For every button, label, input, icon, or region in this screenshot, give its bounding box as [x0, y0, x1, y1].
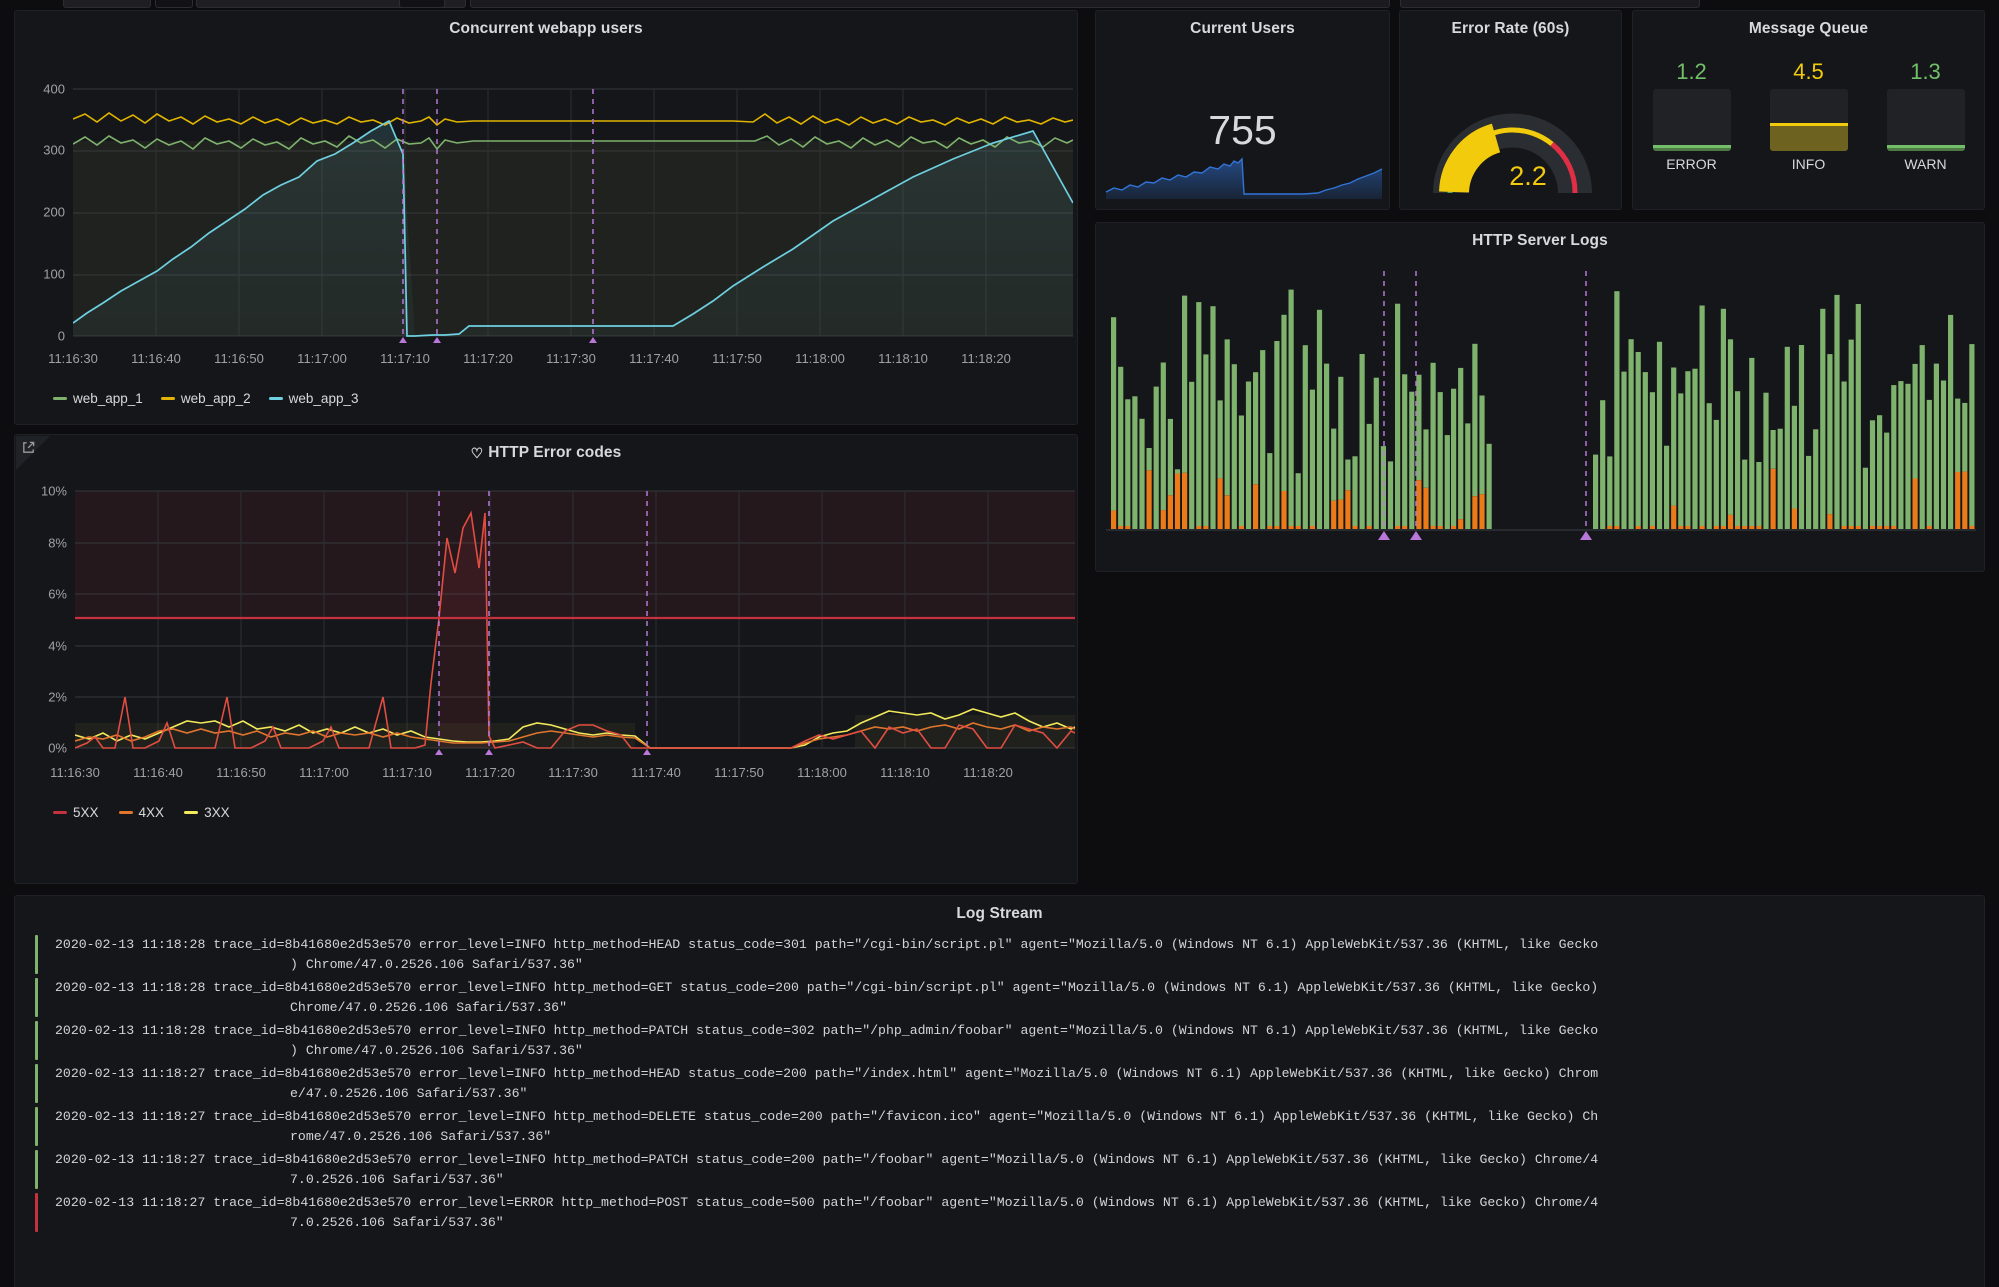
panel-title-error-rate: Error Rate (60s)	[1400, 11, 1621, 38]
mq-bar-error	[1653, 89, 1731, 151]
panel-http-server-logs: HTTP Server Logs	[1095, 222, 1985, 572]
legend-swatch-icon	[161, 397, 175, 400]
legend-item-web-app-2[interactable]: web_app_2	[161, 391, 251, 406]
log-level-indicator	[35, 1107, 38, 1146]
mq-bar-fill	[1770, 123, 1848, 151]
log-line-continuation: ) Chrome/47.0.2526.106 Safari/537.36"	[55, 955, 1970, 975]
log-line-continuation: ) Chrome/47.0.2526.106 Safari/537.36"	[55, 1041, 1970, 1061]
toolbar-fragment-a[interactable]	[63, 0, 151, 8]
legend-swatch-icon	[53, 811, 67, 814]
log-line-text: 2020-02-13 11:18:28 trace_id=8b41680e2d5…	[45, 978, 1970, 1017]
toolbar-fragment-e	[470, 0, 1390, 8]
heart-icon: ♡	[471, 445, 484, 462]
log-line-text: 2020-02-13 11:18:27 trace_id=8b41680e2d5…	[45, 1150, 1970, 1189]
legend-item-3xx[interactable]: 3XX	[184, 805, 230, 820]
panel-title-current-users: Current Users	[1096, 11, 1389, 38]
toolbar-fragment-d[interactable]	[399, 0, 445, 8]
log-level-indicator	[35, 1150, 38, 1189]
mq-label-error: ERROR	[1666, 156, 1717, 172]
chart-http-error-codes	[75, 483, 1075, 755]
log-stream-row[interactable]: 2020-02-13 11:18:27 trace_id=8b41680e2d5…	[29, 1105, 1970, 1148]
log-stream-row[interactable]: 2020-02-13 11:18:28 trace_id=8b41680e2d5…	[29, 933, 1970, 976]
log-line-continuation: 7.0.2526.106 Safari/537.36"	[55, 1170, 1970, 1190]
log-line-continuation: rome/47.0.2526.106 Safari/537.36"	[55, 1127, 1970, 1147]
panel-title-text: HTTP Error codes	[488, 444, 621, 461]
log-stream-rows[interactable]: 2020-02-13 11:18:28 trace_id=8b41680e2d5…	[29, 933, 1970, 1287]
log-level-indicator	[35, 978, 38, 1017]
panel-title-log-stream: Log Stream	[15, 896, 1984, 923]
log-line-continuation: 7.0.2526.106 Safari/537.36"	[55, 1213, 1970, 1233]
legend-swatch-icon	[184, 811, 198, 814]
mq-label-warn: WARN	[1904, 156, 1946, 172]
panel-title-concurrent-users: Concurrent webapp users	[15, 11, 1077, 38]
mq-value-error: 1.2	[1676, 59, 1707, 85]
panel-http-error-codes: ♡HTTP Error codes 10% 8% 6% 4% 2% 0%	[14, 434, 1078, 884]
legend-swatch-icon	[119, 811, 133, 814]
mq-value-info: 4.5	[1793, 59, 1824, 85]
log-line-continuation: e/47.0.2526.106 Safari/537.36"	[55, 1084, 1970, 1104]
log-stream-row[interactable]: 2020-02-13 11:18:27 trace_id=8b41680e2d5…	[29, 1062, 1970, 1105]
log-line-text: 2020-02-13 11:18:27 trace_id=8b41680e2d5…	[45, 1193, 1970, 1232]
panel-message-queue: Message Queue 1.2 ERROR 4.5 INFO	[1632, 10, 1985, 210]
mq-label-info: INFO	[1792, 156, 1825, 172]
log-line-text: 2020-02-13 11:18:27 trace_id=8b41680e2d5…	[45, 1107, 1970, 1146]
panel-title-message-queue: Message Queue	[1633, 11, 1984, 38]
log-level-indicator	[35, 1021, 38, 1060]
log-stream-row[interactable]: 2020-02-13 11:18:28 trace_id=8b41680e2d5…	[29, 976, 1970, 1019]
message-queue-item-info[interactable]: 4.5 INFO	[1766, 59, 1852, 172]
legend-swatch-icon	[269, 397, 283, 400]
legend-item-5xx[interactable]: 5XX	[53, 805, 99, 820]
legend-item-4xx[interactable]: 4XX	[119, 805, 165, 820]
legend-swatch-icon	[53, 397, 67, 400]
mq-bar-info	[1770, 89, 1848, 151]
panel-concurrent-webapp-users: Concurrent webapp users 400 300 200 100 …	[14, 10, 1078, 425]
panel-title-http-error-codes: ♡HTTP Error codes	[15, 435, 1077, 462]
log-line-text: 2020-02-13 11:18:27 trace_id=8b41680e2d5…	[45, 1064, 1970, 1103]
chart-concurrent-webapp-users	[73, 81, 1073, 343]
message-queue-item-error[interactable]: 1.2 ERROR	[1649, 59, 1735, 172]
panel-log-stream: Log Stream 2020-02-13 11:18:28 trace_id=…	[14, 895, 1985, 1287]
legend-item-web-app-3[interactable]: web_app_3	[269, 391, 359, 406]
mq-bar-fill	[1653, 145, 1731, 151]
mq-value-warn: 1.3	[1910, 59, 1941, 85]
panel-title-http-server-logs: HTTP Server Logs	[1096, 223, 1984, 250]
mq-bar-warn	[1887, 89, 1965, 151]
gauge-error-rate: 2.2	[1430, 53, 1595, 198]
legend-concurrent-users: web_app_1 web_app_2 web_app_3	[53, 391, 358, 406]
log-level-indicator	[35, 1064, 38, 1103]
gauge-value-text: 2.2	[1509, 161, 1547, 191]
log-stream-row[interactable]: 2020-02-13 11:18:27 trace_id=8b41680e2d5…	[29, 1148, 1970, 1191]
log-line-text: 2020-02-13 11:18:28 trace_id=8b41680e2d5…	[45, 935, 1970, 974]
log-line-continuation: Chrome/47.0.2526.106 Safari/537.36"	[55, 998, 1970, 1018]
log-level-indicator	[35, 935, 38, 974]
log-stream-row[interactable]: 2020-02-13 11:18:27 trace_id=8b41680e2d5…	[29, 1191, 1970, 1234]
message-queue-item-warn[interactable]: 1.3 WARN	[1883, 59, 1969, 172]
mq-bar-fill	[1887, 145, 1965, 151]
log-stream-row[interactable]: 2020-02-13 11:18:28 trace_id=8b41680e2d5…	[29, 1019, 1970, 1062]
legend-item-web-app-1[interactable]: web_app_1	[53, 391, 143, 406]
legend-http-error-codes: 5XX 4XX 3XX	[53, 805, 230, 820]
log-level-indicator	[35, 1193, 38, 1232]
panel-current-users: Current Users 755	[1095, 10, 1390, 210]
toolbar-strip	[0, 0, 1999, 9]
sparkline-current-users	[1104, 147, 1384, 199]
chart-http-server-logs	[1106, 261, 1976, 551]
message-queue-bars: 1.2 ERROR 4.5 INFO 1.3	[1633, 59, 1984, 172]
toolbar-fragment-f	[1400, 0, 1700, 8]
grafana-dashboard: Concurrent webapp users 400 300 200 100 …	[0, 0, 1999, 1287]
panel-error-rate: Error Rate (60s) 2.2	[1399, 10, 1622, 210]
log-line-text: 2020-02-13 11:18:28 trace_id=8b41680e2d5…	[45, 1021, 1970, 1060]
toolbar-fragment-b[interactable]	[155, 0, 193, 8]
